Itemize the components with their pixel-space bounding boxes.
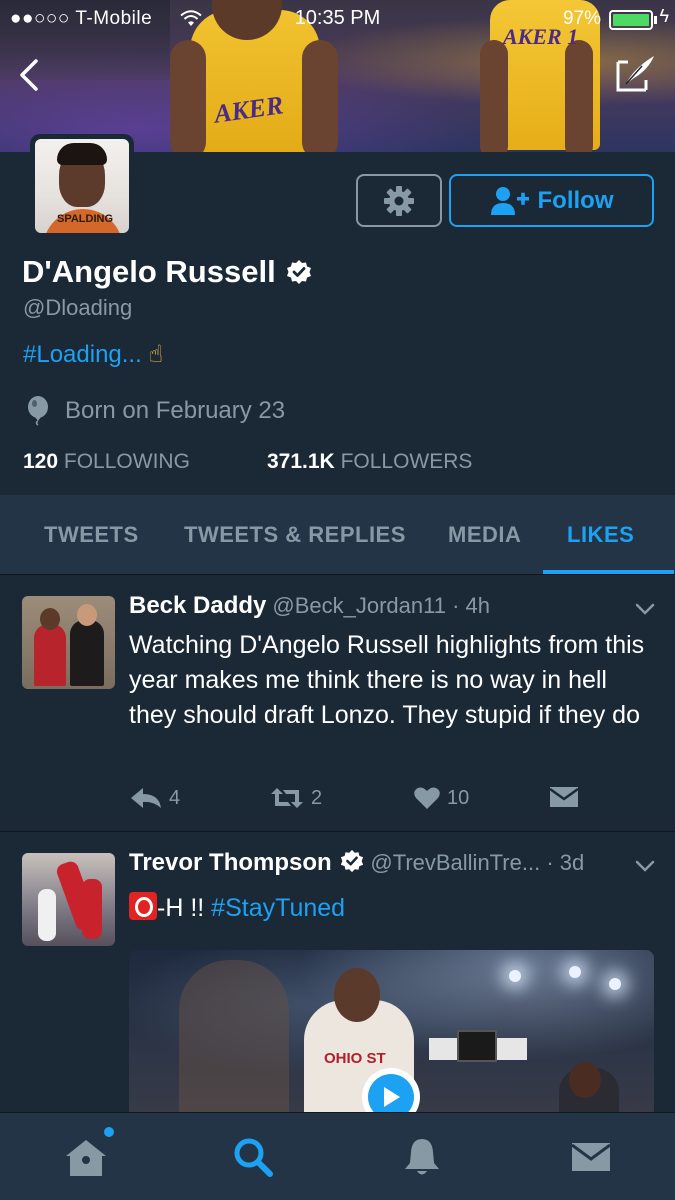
tweet-video[interactable]: OHIO ST	[129, 950, 654, 1130]
like-count: 10	[447, 786, 470, 809]
envelope-icon	[549, 787, 579, 807]
video-player-ghost	[179, 960, 289, 1130]
avatar[interactable]	[22, 853, 115, 946]
battery-icon	[609, 10, 653, 30]
banner-arm	[302, 40, 338, 152]
nav-notifications[interactable]	[398, 1133, 446, 1181]
arena-light	[609, 978, 621, 990]
tweet-actions: 4 2 10	[129, 786, 649, 816]
reply-icon	[131, 788, 161, 808]
profile-tabs: TWEETS TWEETS & REPLIES MEDIA LIKES	[0, 495, 675, 575]
heart-icon	[414, 787, 440, 809]
back-icon[interactable]	[10, 55, 50, 95]
chevron-down-icon[interactable]	[635, 859, 655, 873]
nav-messages[interactable]	[567, 1133, 615, 1181]
avatar[interactable]	[22, 596, 115, 689]
play-icon	[384, 1087, 400, 1107]
video-scoreboard	[457, 1030, 497, 1062]
tweet-text: -H !! #StayTuned	[129, 891, 659, 926]
settings-button[interactable]	[356, 174, 442, 227]
battery-fill	[613, 14, 649, 26]
tweet[interactable]: Trevor Thompson @TrevBallinTre... · 3d -…	[0, 833, 675, 1133]
avatar-person	[34, 624, 66, 686]
following-label: FOLLOWING	[63, 450, 190, 473]
avatar-head	[77, 604, 97, 626]
follow-button[interactable]: Follow	[449, 174, 654, 227]
tab-likes[interactable]: LIKES	[567, 495, 634, 575]
tweet-meta: @TrevBallinTre... · 3d	[370, 850, 585, 875]
tweet-header: Beck Daddy @Beck_Jordan11 · 4h	[129, 592, 490, 620]
profile-avatar-frame[interactable]: SPALDING	[30, 134, 134, 238]
charging-icon: ϟ	[659, 6, 669, 26]
tweet-author[interactable]: Beck Daddy	[129, 592, 266, 619]
tweet[interactable]: Beck Daddy @Beck_Jordan11 · 4h Watching D…	[0, 576, 675, 832]
banner-arm	[565, 40, 593, 152]
following-count: 120	[23, 450, 59, 473]
tweet-text-body: -H !!	[157, 894, 212, 922]
reply-action[interactable]: 4	[129, 786, 180, 810]
verified-badge-icon	[341, 849, 364, 873]
follow-label: Follow	[537, 186, 614, 214]
avatar-hair	[57, 143, 107, 165]
battery-percent: 97%	[562, 8, 601, 29]
search-icon	[234, 1138, 273, 1177]
profile-name-text: D'Angelo Russell	[22, 254, 276, 289]
arena-light	[509, 970, 521, 982]
following-stat[interactable]: 120 FOLLOWING	[23, 450, 190, 474]
followers-stat[interactable]: 371.1K FOLLOWERS	[267, 450, 472, 474]
retweet-icon	[271, 788, 303, 808]
retweet-action[interactable]: 2	[269, 786, 322, 810]
banner-arm	[170, 40, 206, 152]
bio-hashtag[interactable]: #Loading...	[23, 341, 142, 368]
video-player-head	[569, 1062, 601, 1098]
profile-location: Born on February 23	[25, 396, 285, 426]
followers-count: 371.1K	[267, 450, 335, 473]
balloon-icon	[28, 396, 48, 426]
active-tab-indicator	[543, 570, 674, 574]
battery-tip	[654, 16, 657, 24]
compose-tweet-icon[interactable]	[612, 52, 660, 96]
reply-count: 4	[169, 786, 181, 809]
profile-handle: @Dloading	[23, 295, 133, 320]
like-action[interactable]: 10	[413, 786, 469, 810]
video-player-head	[334, 968, 380, 1022]
avatar-ball-text: SPALDING	[57, 213, 114, 225]
followers-label: FOLLOWERS	[340, 450, 473, 473]
bottom-navigation	[0, 1112, 675, 1200]
tweet-author[interactable]: Trevor Thompson	[129, 849, 332, 876]
tweet-meta: @Beck_Jordan11 · 4h	[272, 593, 490, 618]
avatar-head	[40, 608, 60, 630]
o-button-emoji	[129, 892, 157, 920]
direct-message-action[interactable]	[549, 786, 579, 808]
retweet-count: 2	[311, 786, 323, 809]
tab-media[interactable]: MEDIA	[448, 495, 521, 575]
envelope-icon	[571, 1143, 611, 1171]
pointing-up-emoji: ☝	[148, 341, 164, 368]
avatar-player	[38, 889, 56, 941]
avatar-player	[82, 879, 102, 939]
banner-arm	[480, 40, 508, 152]
add-user-icon	[490, 186, 529, 215]
bell-icon	[405, 1139, 439, 1175]
tab-tweets[interactable]: TWEETS	[44, 495, 139, 575]
status-bar: ●●○○○ T-Mobile 10:35 PM 97% ϟ	[0, 0, 675, 38]
location-text: Born on February 23	[65, 397, 286, 424]
tab-tweets-replies[interactable]: TWEETS & REPLIES	[184, 495, 406, 575]
verified-badge-icon	[286, 260, 311, 284]
avatar-person	[70, 620, 104, 686]
video-jersey-text: OHIO ST	[324, 1050, 386, 1067]
tweet-text: Watching D'Angelo Russell highlights fro…	[129, 631, 645, 729]
nav-search[interactable]	[229, 1133, 277, 1181]
profile-bio: #Loading... ☝	[23, 340, 163, 369]
home-notification-dot	[104, 1127, 114, 1137]
nav-home[interactable]	[62, 1133, 110, 1181]
tweet-header: Trevor Thompson @TrevBallinTre... · 3d	[129, 849, 584, 877]
avatar[interactable]: SPALDING	[35, 139, 129, 233]
home-icon	[66, 1140, 106, 1176]
tweet-hashtag[interactable]: #StayTuned	[211, 894, 345, 922]
profile-name: D'Angelo Russell	[22, 254, 312, 290]
arena-light	[569, 966, 581, 978]
gear-icon	[384, 185, 414, 216]
chevron-down-icon[interactable]	[635, 602, 655, 616]
